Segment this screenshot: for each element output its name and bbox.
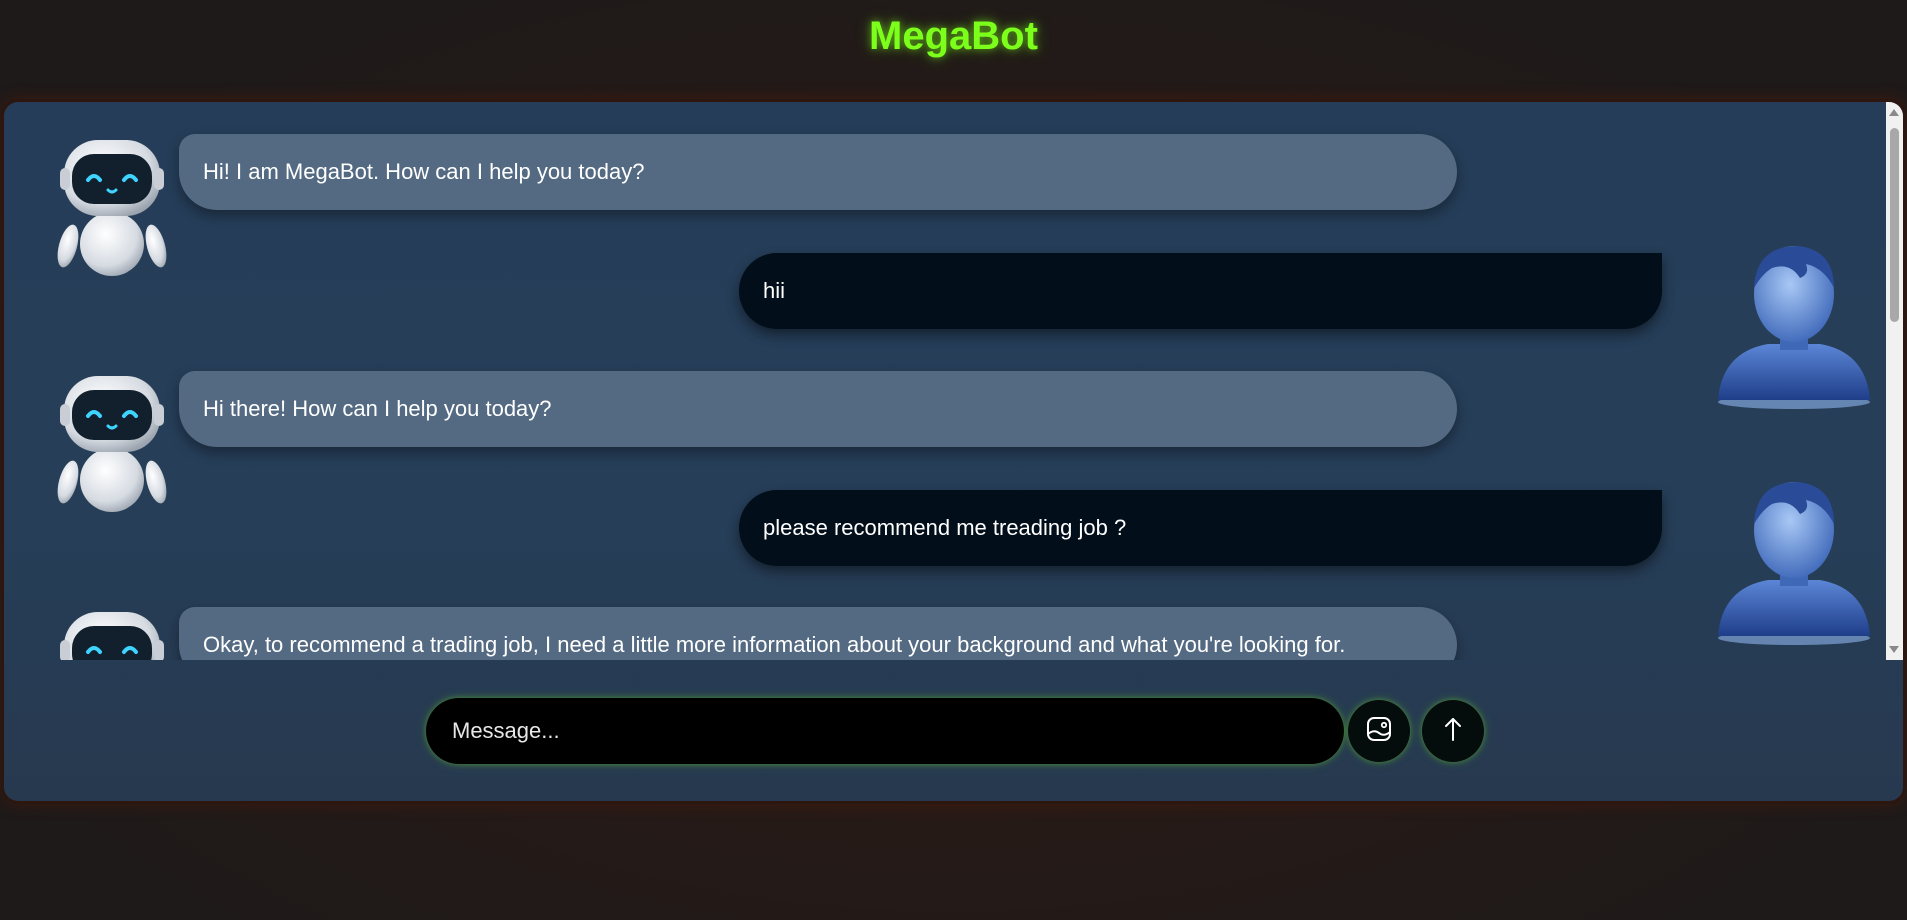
scroll-up-icon[interactable] <box>1889 109 1899 116</box>
user-avatar <box>1714 240 1874 410</box>
bot-message: Okay, to recommend a trading job, I need… <box>179 607 1457 660</box>
message-input[interactable] <box>426 698 1344 764</box>
user-message: hii <box>739 253 1662 329</box>
bot-avatar <box>52 136 172 276</box>
user-message: please recommend me treading job ? <box>739 490 1662 566</box>
bot-message: Hi! I am MegaBot. How can I help you tod… <box>179 134 1457 210</box>
app-title: MegaBot <box>869 14 1038 58</box>
send-button[interactable] <box>1422 700 1484 762</box>
message-list[interactable]: Hi! I am MegaBot. How can I help you tod… <box>4 102 1886 660</box>
bot-avatar <box>52 372 172 512</box>
bot-message: Hi there! How can I help you today? <box>179 371 1457 447</box>
attach-image-button[interactable] <box>1348 700 1410 762</box>
message-list-scrollbar[interactable] <box>1886 102 1903 660</box>
bot-avatar <box>52 608 172 660</box>
scroll-down-icon[interactable] <box>1889 646 1899 653</box>
chat-panel: Hi! I am MegaBot. How can I help you tod… <box>4 102 1903 801</box>
image-upload-icon <box>1365 715 1393 748</box>
user-avatar <box>1714 476 1874 646</box>
scrollbar-thumb[interactable] <box>1890 128 1899 322</box>
arrow-up-icon <box>1441 715 1465 748</box>
